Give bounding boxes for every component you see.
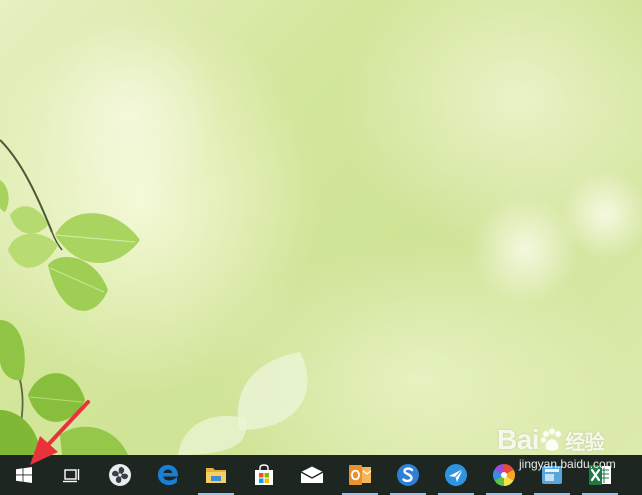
sogou-button[interactable] bbox=[384, 455, 432, 495]
taskbar bbox=[0, 455, 642, 495]
feather-icon bbox=[445, 464, 467, 486]
file-explorer-button[interactable] bbox=[192, 455, 240, 495]
color-wheel-icon bbox=[493, 464, 515, 486]
blue-app-icon bbox=[542, 466, 562, 484]
fan-app-button[interactable] bbox=[96, 455, 144, 495]
store-button[interactable] bbox=[240, 455, 288, 495]
desktop[interactable] bbox=[0, 0, 642, 455]
folder-icon bbox=[206, 468, 226, 483]
mail-button[interactable] bbox=[288, 455, 336, 495]
store-icon bbox=[255, 464, 273, 485]
task-view-icon bbox=[63, 469, 80, 483]
feather-app-button[interactable] bbox=[432, 455, 480, 495]
task-view-button[interactable] bbox=[48, 455, 96, 495]
start-button[interactable] bbox=[0, 455, 48, 495]
excel-button[interactable] bbox=[576, 455, 624, 495]
color-app-button[interactable] bbox=[480, 455, 528, 495]
blue-app-button[interactable] bbox=[528, 455, 576, 495]
windows-logo-icon bbox=[16, 467, 32, 483]
wallpaper-leaves bbox=[0, 139, 308, 455]
outlook-icon bbox=[349, 465, 372, 485]
edge-icon bbox=[158, 465, 179, 485]
edge-button[interactable] bbox=[144, 455, 192, 495]
outlook-button[interactable] bbox=[336, 455, 384, 495]
excel-icon bbox=[589, 465, 611, 485]
sogou-icon bbox=[397, 464, 419, 486]
fan-icon bbox=[109, 464, 131, 486]
mail-icon bbox=[300, 466, 324, 483]
